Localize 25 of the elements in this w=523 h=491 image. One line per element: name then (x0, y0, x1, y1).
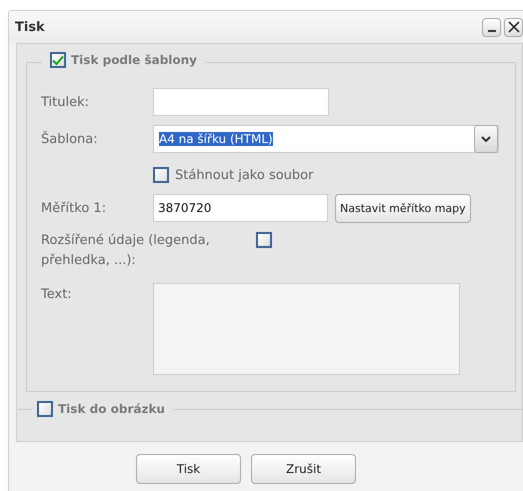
checkbox[interactable] (256, 232, 272, 248)
set-scale-button[interactable]: Nastavit měřítko mapy (335, 194, 471, 222)
checkbox[interactable] (153, 167, 169, 183)
input-field[interactable]: 3870720 (153, 194, 328, 222)
field-label: Titulek: (41, 94, 90, 110)
field-label: Šablona: (41, 132, 99, 146)
field-label: Rozšířené údaje (legenda, přehledka, ...): (41, 232, 211, 270)
checkbox[interactable] (37, 401, 53, 417)
minimize-icon (488, 30, 496, 32)
input-field[interactable] (153, 88, 329, 116)
close-button[interactable] (504, 18, 523, 36)
dropdown-field[interactable]: A4 na šířku (HTML) (153, 125, 499, 153)
dialog-button[interactable]: Zrušit (251, 454, 356, 484)
section-label: Tisk podle šablony (71, 53, 198, 67)
dialog-button[interactable]: Tisk (136, 454, 241, 484)
chevron-down-icon (481, 136, 491, 142)
window-title: Tisk (15, 20, 45, 34)
checkbox[interactable] (50, 52, 66, 68)
field-label: Měřítko 1: (41, 200, 108, 216)
dropdown-button[interactable] (474, 125, 498, 153)
section-label: Tisk do obrázku (58, 402, 165, 416)
minimize-button[interactable] (482, 18, 501, 36)
close-icon (508, 21, 520, 33)
checkbox-label: Stáhnout jako soubor (175, 168, 314, 182)
field-label: Text: (41, 287, 73, 302)
